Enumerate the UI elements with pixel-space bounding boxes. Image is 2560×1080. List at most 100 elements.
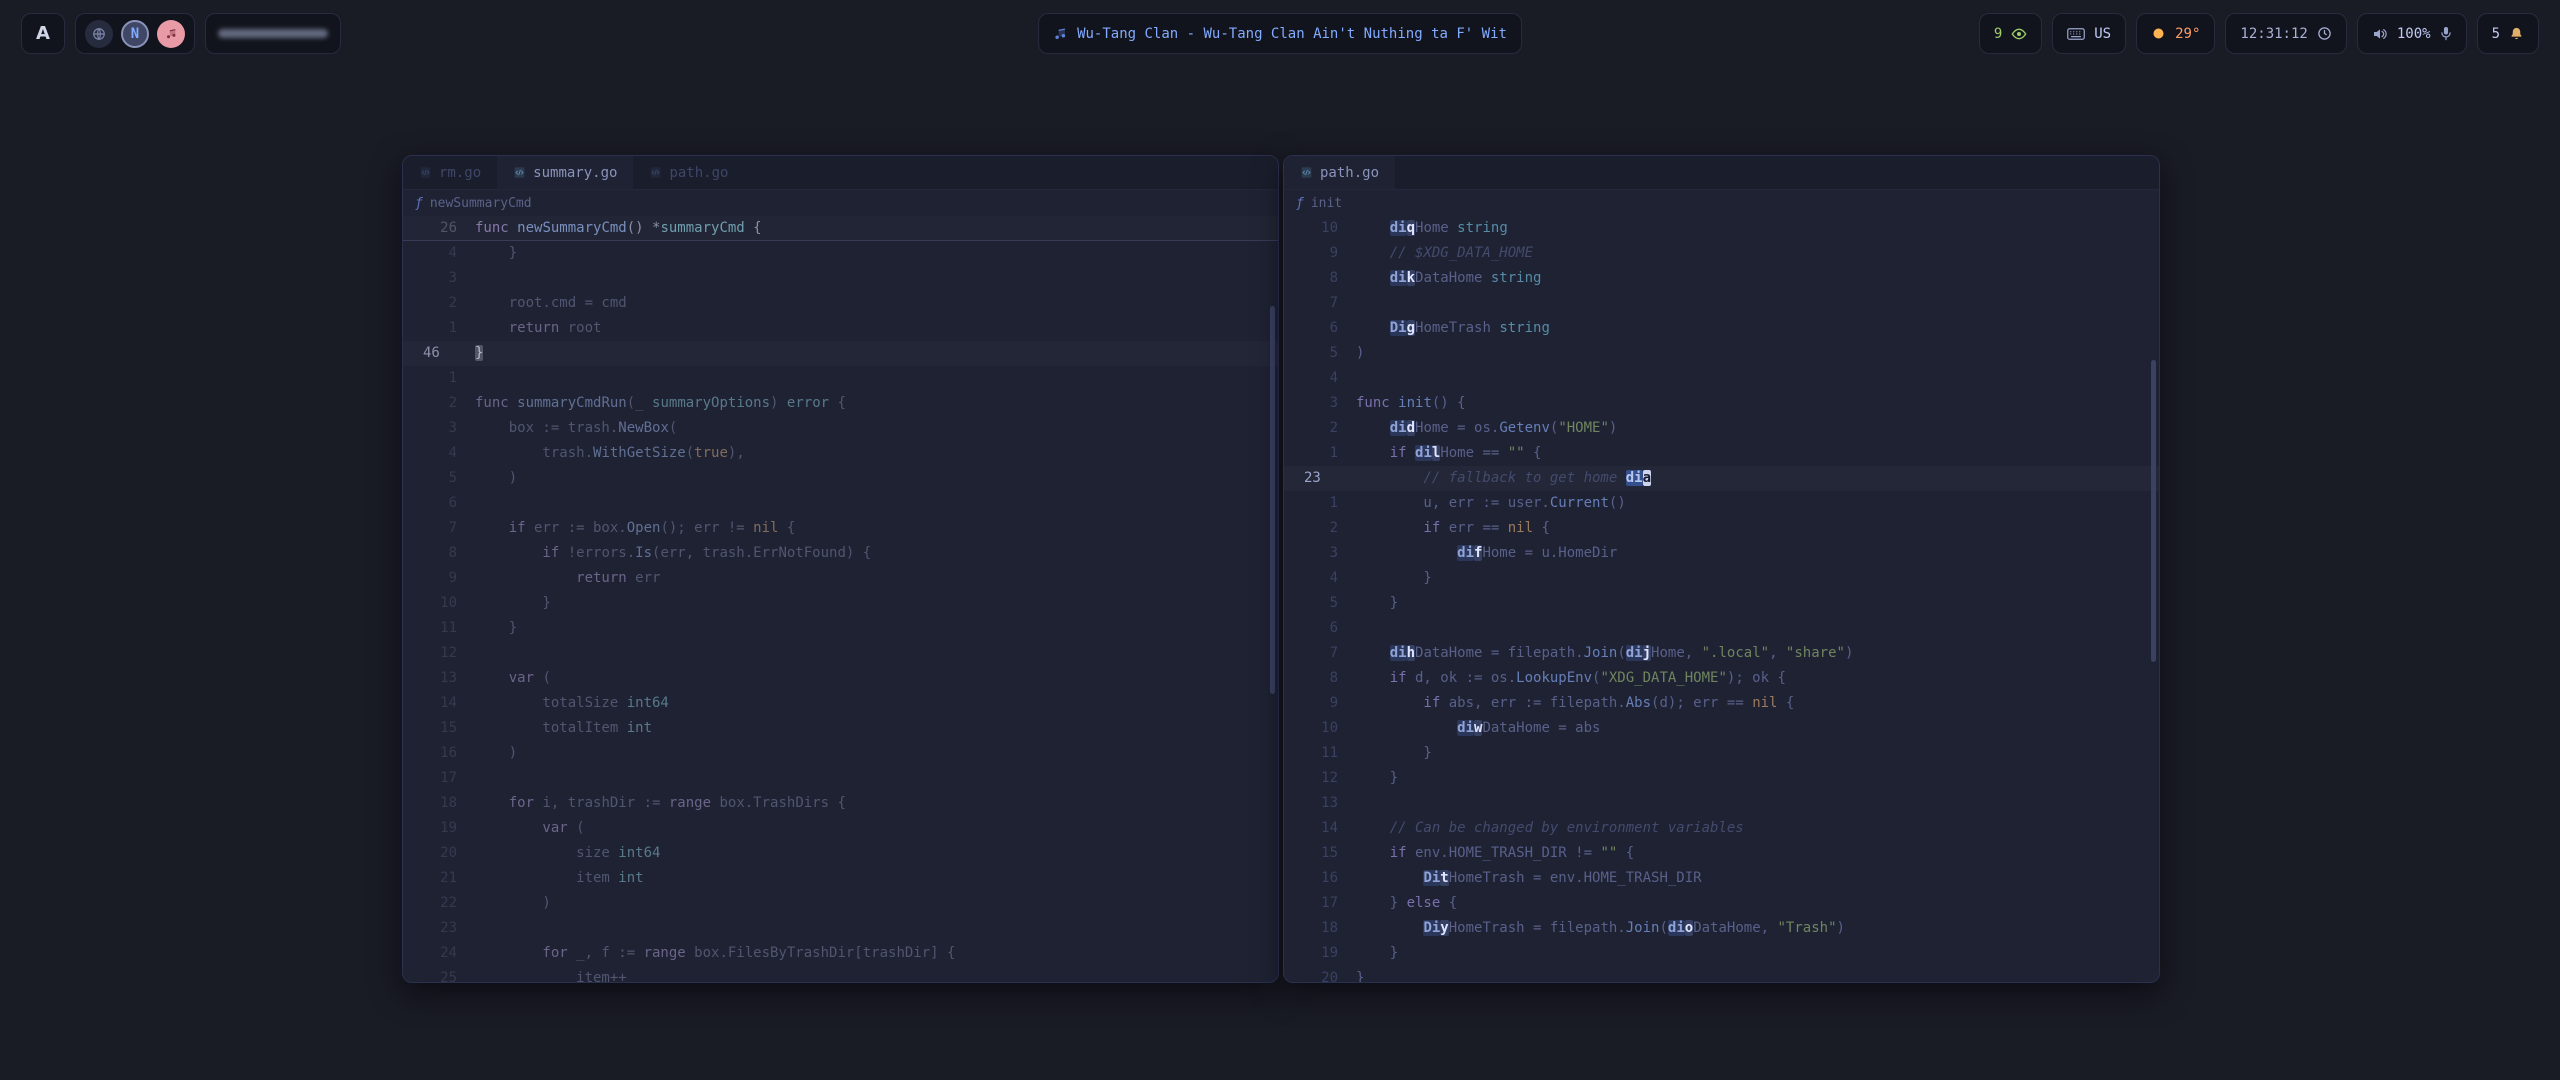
scrollbar[interactable] xyxy=(2151,360,2156,662)
tab-path-go[interactable]: path.go xyxy=(633,156,744,189)
launcher-button[interactable]: A xyxy=(21,13,65,54)
code-line[interactable]: 2func summaryCmdRun(_ summaryOptions) er… xyxy=(403,391,1278,416)
updates-module[interactable]: 9 xyxy=(1979,13,2042,54)
code-line[interactable]: 10 } xyxy=(403,591,1278,616)
workspace-1-button[interactable] xyxy=(85,20,113,48)
code-line[interactable]: 21 item int xyxy=(403,866,1278,891)
code-line[interactable]: 1 xyxy=(403,366,1278,391)
code-line[interactable]: 24 for _, f := range box.FilesByTrashDir… xyxy=(403,941,1278,966)
line-number: 6 xyxy=(1292,316,1338,341)
code-text: DitHomeTrash = env.HOME_TRASH_DIR xyxy=(1338,866,1702,891)
code-line[interactable]: 2 root.cmd = cmd xyxy=(403,291,1278,316)
code-line[interactable]: 3 xyxy=(403,266,1278,291)
code-line[interactable]: 17 } else { xyxy=(1284,891,2159,916)
notifications-count: 5 xyxy=(2492,26,2500,42)
code-line[interactable]: 8 if !errors.Is(err, trash.ErrNotFound) … xyxy=(403,541,1278,566)
cursor-line[interactable]: 46} xyxy=(403,341,1278,366)
code-line[interactable]: 23 xyxy=(403,916,1278,941)
code-line[interactable]: 6 xyxy=(403,491,1278,516)
code-line[interactable]: 19 var ( xyxy=(403,816,1278,841)
code-line[interactable]: 2 didHome = os.Getenv("HOME") xyxy=(1284,416,2159,441)
volume-module[interactable]: 100% xyxy=(2357,13,2467,54)
tab-rm-go[interactable]: rm.go xyxy=(403,156,497,189)
workspace-3-button[interactable] xyxy=(157,20,185,48)
eye-icon xyxy=(2011,26,2027,42)
code-line[interactable]: 11 } xyxy=(403,616,1278,641)
code-line[interactable]: 5 ) xyxy=(403,466,1278,491)
code-text: func newSummaryCmd() *summaryCmd { xyxy=(457,216,762,240)
line-number: 9 xyxy=(1292,241,1338,266)
code-line[interactable]: 14 totalSize int64 xyxy=(403,691,1278,716)
code-text: didHome = os.Getenv("HOME") xyxy=(1338,416,1617,441)
sticky-context-line[interactable]: 26func newSummaryCmd() *summaryCmd { xyxy=(403,216,1278,241)
code-text xyxy=(457,491,475,516)
code-line[interactable]: 6 DigHomeTrash string xyxy=(1284,316,2159,341)
code-line[interactable]: 12 xyxy=(403,641,1278,666)
go-file-icon xyxy=(419,166,432,179)
code-line[interactable]: 16 ) xyxy=(403,741,1278,766)
code-line[interactable]: 11 } xyxy=(1284,741,2159,766)
code-line[interactable]: 20} xyxy=(1284,966,2159,982)
code-line[interactable]: 5) xyxy=(1284,341,2159,366)
code-line[interactable]: 4 trash.WithGetSize(true), xyxy=(403,441,1278,466)
code-line[interactable]: 5 } xyxy=(1284,591,2159,616)
code-line[interactable]: 1 return root xyxy=(403,316,1278,341)
code-text: ) xyxy=(1338,341,1364,366)
code-line[interactable]: 4 } xyxy=(403,241,1278,266)
code-line[interactable]: 15 if env.HOME_TRASH_DIR != "" { xyxy=(1284,841,2159,866)
line-number: 15 xyxy=(1292,841,1338,866)
code-line[interactable]: 1 if dilHome == "" { xyxy=(1284,441,2159,466)
code-line[interactable]: 13 var ( xyxy=(403,666,1278,691)
notifications-module[interactable]: 5 xyxy=(2477,13,2539,54)
code-line[interactable]: 13 xyxy=(1284,791,2159,816)
code-line[interactable]: 22 ) xyxy=(403,891,1278,916)
line-number: 13 xyxy=(411,666,457,691)
code-text: // fallback to get home dia xyxy=(1338,466,1651,491)
code-line[interactable]: 3func init() { xyxy=(1284,391,2159,416)
code-line[interactable]: 3 difHome = u.HomeDir xyxy=(1284,541,2159,566)
clock-module[interactable]: 12:31:12 xyxy=(2225,13,2346,54)
code-line[interactable]: 15 totalItem int xyxy=(403,716,1278,741)
function-symbol-icon: ƒ xyxy=(1296,196,1304,211)
code-line[interactable]: 9 return err xyxy=(403,566,1278,591)
code-line[interactable]: 18 DiyHomeTrash = filepath.Join(dioDataH… xyxy=(1284,916,2159,941)
tab-label: summary.go xyxy=(533,165,617,181)
code-line[interactable]: 7 if err := box.Open(); err != nil { xyxy=(403,516,1278,541)
tab-summary-go[interactable]: summary.go xyxy=(497,156,633,189)
workspace-2-button-active[interactable]: N xyxy=(121,20,149,48)
code-line[interactable]: 7 xyxy=(1284,291,2159,316)
code-line[interactable]: 12 } xyxy=(1284,766,2159,791)
code-line[interactable]: 18 for i, trashDir := range box.TrashDir… xyxy=(403,791,1278,816)
code-line[interactable]: 2 if err == nil { xyxy=(1284,516,2159,541)
code-line[interactable]: 16 DitHomeTrash = env.HOME_TRASH_DIR xyxy=(1284,866,2159,891)
code-line[interactable]: 25 item++ xyxy=(403,966,1278,982)
line-number: 2 xyxy=(411,391,457,416)
weather-module[interactable]: 29° xyxy=(2136,13,2215,54)
code-line[interactable]: 3 box := trash.NewBox( xyxy=(403,416,1278,441)
code-text xyxy=(457,266,475,291)
line-number: 17 xyxy=(1292,891,1338,916)
code-line[interactable]: 10 diqHome string xyxy=(1284,216,2159,241)
code-line[interactable]: 8 if d, ok := os.LookupEnv("XDG_DATA_HOM… xyxy=(1284,666,2159,691)
code-line[interactable]: 20 size int64 xyxy=(403,841,1278,866)
code-line[interactable]: 9 // $XDG_DATA_HOME xyxy=(1284,241,2159,266)
code-line[interactable]: 6 xyxy=(1284,616,2159,641)
code-line[interactable]: 19 } xyxy=(1284,941,2159,966)
code-line[interactable]: 1 u, err := user.Current() xyxy=(1284,491,2159,516)
code-line[interactable]: 4 xyxy=(1284,366,2159,391)
code-line[interactable]: 17 xyxy=(403,766,1278,791)
code-text: } xyxy=(457,616,517,641)
tab-label: path.go xyxy=(1320,165,1379,181)
keyboard-layout-module[interactable]: US xyxy=(2052,13,2126,54)
window-title-pill[interactable] xyxy=(205,13,341,54)
code-line[interactable]: 9 if abs, err := filepath.Abs(d); err ==… xyxy=(1284,691,2159,716)
code-line[interactable]: 8 dikDataHome string xyxy=(1284,266,2159,291)
now-playing-widget[interactable]: Wu-Tang Clan - Wu-Tang Clan Ain't Nuthin… xyxy=(1038,13,1522,54)
code-line[interactable]: 4 } xyxy=(1284,566,2159,591)
code-line[interactable]: 14 // Can be changed by environment vari… xyxy=(1284,816,2159,841)
code-line[interactable]: 10 diwDataHome = abs xyxy=(1284,716,2159,741)
tab-path-go[interactable]: path.go xyxy=(1284,156,1395,189)
code-line[interactable]: 7 dihDataHome = filepath.Join(dijHome, "… xyxy=(1284,641,2159,666)
cursor-line[interactable]: 23 // fallback to get home dia xyxy=(1284,466,2159,491)
scrollbar[interactable] xyxy=(1270,306,1275,694)
